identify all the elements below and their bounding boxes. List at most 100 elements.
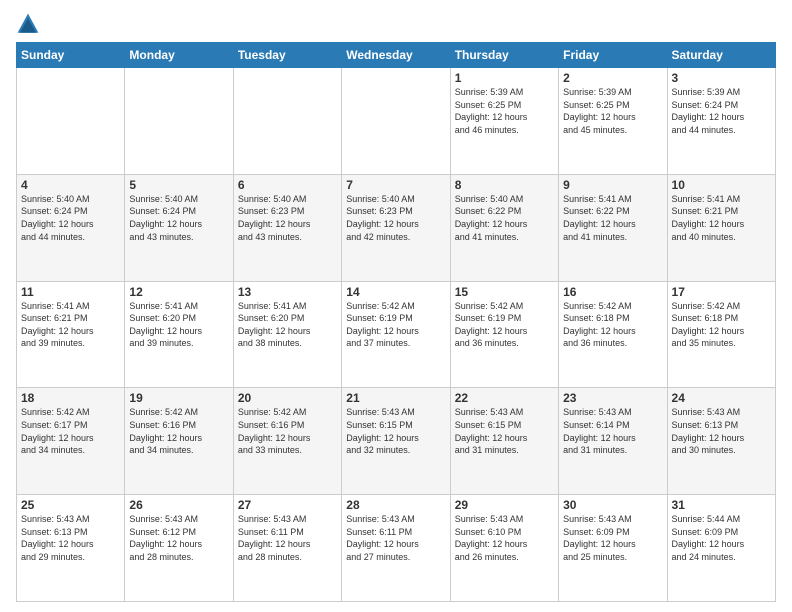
day-info: Sunrise: 5:42 AM Sunset: 6:17 PM Dayligh… [21,406,120,456]
col-friday: Friday [559,43,667,68]
table-row [17,68,125,175]
day-info: Sunrise: 5:41 AM Sunset: 6:21 PM Dayligh… [672,193,771,243]
calendar-week-row: 11Sunrise: 5:41 AM Sunset: 6:21 PM Dayli… [17,281,776,388]
day-number: 27 [238,498,337,512]
table-row: 26Sunrise: 5:43 AM Sunset: 6:12 PM Dayli… [125,495,233,602]
day-info: Sunrise: 5:42 AM Sunset: 6:19 PM Dayligh… [455,300,554,350]
col-thursday: Thursday [450,43,558,68]
day-info: Sunrise: 5:41 AM Sunset: 6:21 PM Dayligh… [21,300,120,350]
day-info: Sunrise: 5:43 AM Sunset: 6:10 PM Dayligh… [455,513,554,563]
day-number: 13 [238,285,337,299]
col-sunday: Sunday [17,43,125,68]
table-row: 15Sunrise: 5:42 AM Sunset: 6:19 PM Dayli… [450,281,558,388]
day-info: Sunrise: 5:41 AM Sunset: 6:22 PM Dayligh… [563,193,662,243]
day-info: Sunrise: 5:43 AM Sunset: 6:09 PM Dayligh… [563,513,662,563]
day-info: Sunrise: 5:43 AM Sunset: 6:11 PM Dayligh… [346,513,445,563]
day-info: Sunrise: 5:39 AM Sunset: 6:25 PM Dayligh… [563,86,662,136]
table-row: 6Sunrise: 5:40 AM Sunset: 6:23 PM Daylig… [233,174,341,281]
table-row: 14Sunrise: 5:42 AM Sunset: 6:19 PM Dayli… [342,281,450,388]
day-number: 11 [21,285,120,299]
table-row: 23Sunrise: 5:43 AM Sunset: 6:14 PM Dayli… [559,388,667,495]
table-row: 11Sunrise: 5:41 AM Sunset: 6:21 PM Dayli… [17,281,125,388]
col-wednesday: Wednesday [342,43,450,68]
day-number: 28 [346,498,445,512]
day-number: 1 [455,71,554,85]
table-row: 20Sunrise: 5:42 AM Sunset: 6:16 PM Dayli… [233,388,341,495]
day-number: 9 [563,178,662,192]
day-info: Sunrise: 5:42 AM Sunset: 6:18 PM Dayligh… [563,300,662,350]
table-row: 4Sunrise: 5:40 AM Sunset: 6:24 PM Daylig… [17,174,125,281]
table-row: 3Sunrise: 5:39 AM Sunset: 6:24 PM Daylig… [667,68,775,175]
day-number: 29 [455,498,554,512]
day-number: 17 [672,285,771,299]
day-number: 15 [455,285,554,299]
day-number: 3 [672,71,771,85]
day-number: 21 [346,391,445,405]
day-number: 5 [129,178,228,192]
calendar-table: Sunday Monday Tuesday Wednesday Thursday… [16,42,776,602]
logo [16,12,44,36]
day-number: 23 [563,391,662,405]
day-info: Sunrise: 5:43 AM Sunset: 6:15 PM Dayligh… [455,406,554,456]
calendar-week-row: 4Sunrise: 5:40 AM Sunset: 6:24 PM Daylig… [17,174,776,281]
table-row: 30Sunrise: 5:43 AM Sunset: 6:09 PM Dayli… [559,495,667,602]
day-info: Sunrise: 5:40 AM Sunset: 6:24 PM Dayligh… [21,193,120,243]
day-number: 30 [563,498,662,512]
table-row: 27Sunrise: 5:43 AM Sunset: 6:11 PM Dayli… [233,495,341,602]
day-number: 4 [21,178,120,192]
table-row: 5Sunrise: 5:40 AM Sunset: 6:24 PM Daylig… [125,174,233,281]
day-number: 18 [21,391,120,405]
day-number: 24 [672,391,771,405]
table-row: 2Sunrise: 5:39 AM Sunset: 6:25 PM Daylig… [559,68,667,175]
calendar-header-row: Sunday Monday Tuesday Wednesday Thursday… [17,43,776,68]
col-saturday: Saturday [667,43,775,68]
table-row: 21Sunrise: 5:43 AM Sunset: 6:15 PM Dayli… [342,388,450,495]
table-row: 17Sunrise: 5:42 AM Sunset: 6:18 PM Dayli… [667,281,775,388]
day-number: 31 [672,498,771,512]
day-number: 10 [672,178,771,192]
table-row: 12Sunrise: 5:41 AM Sunset: 6:20 PM Dayli… [125,281,233,388]
col-monday: Monday [125,43,233,68]
day-info: Sunrise: 5:42 AM Sunset: 6:16 PM Dayligh… [238,406,337,456]
col-tuesday: Tuesday [233,43,341,68]
day-info: Sunrise: 5:43 AM Sunset: 6:12 PM Dayligh… [129,513,228,563]
day-number: 6 [238,178,337,192]
day-info: Sunrise: 5:40 AM Sunset: 6:23 PM Dayligh… [238,193,337,243]
table-row: 13Sunrise: 5:41 AM Sunset: 6:20 PM Dayli… [233,281,341,388]
table-row: 8Sunrise: 5:40 AM Sunset: 6:22 PM Daylig… [450,174,558,281]
day-info: Sunrise: 5:39 AM Sunset: 6:24 PM Dayligh… [672,86,771,136]
table-row: 31Sunrise: 5:44 AM Sunset: 6:09 PM Dayli… [667,495,775,602]
calendar-page: Sunday Monday Tuesday Wednesday Thursday… [0,0,792,612]
day-number: 7 [346,178,445,192]
day-number: 14 [346,285,445,299]
day-info: Sunrise: 5:42 AM Sunset: 6:16 PM Dayligh… [129,406,228,456]
calendar-week-row: 1Sunrise: 5:39 AM Sunset: 6:25 PM Daylig… [17,68,776,175]
day-info: Sunrise: 5:41 AM Sunset: 6:20 PM Dayligh… [238,300,337,350]
logo-icon [16,12,40,36]
day-number: 22 [455,391,554,405]
day-info: Sunrise: 5:43 AM Sunset: 6:15 PM Dayligh… [346,406,445,456]
day-info: Sunrise: 5:43 AM Sunset: 6:13 PM Dayligh… [21,513,120,563]
day-info: Sunrise: 5:43 AM Sunset: 6:14 PM Dayligh… [563,406,662,456]
day-number: 12 [129,285,228,299]
top-section [16,12,776,36]
table-row: 9Sunrise: 5:41 AM Sunset: 6:22 PM Daylig… [559,174,667,281]
day-info: Sunrise: 5:41 AM Sunset: 6:20 PM Dayligh… [129,300,228,350]
day-info: Sunrise: 5:40 AM Sunset: 6:24 PM Dayligh… [129,193,228,243]
table-row: 7Sunrise: 5:40 AM Sunset: 6:23 PM Daylig… [342,174,450,281]
table-row [342,68,450,175]
day-number: 2 [563,71,662,85]
day-number: 25 [21,498,120,512]
day-number: 26 [129,498,228,512]
calendar-week-row: 18Sunrise: 5:42 AM Sunset: 6:17 PM Dayli… [17,388,776,495]
day-number: 8 [455,178,554,192]
calendar-week-row: 25Sunrise: 5:43 AM Sunset: 6:13 PM Dayli… [17,495,776,602]
table-row: 18Sunrise: 5:42 AM Sunset: 6:17 PM Dayli… [17,388,125,495]
table-row: 24Sunrise: 5:43 AM Sunset: 6:13 PM Dayli… [667,388,775,495]
table-row [233,68,341,175]
table-row: 19Sunrise: 5:42 AM Sunset: 6:16 PM Dayli… [125,388,233,495]
day-info: Sunrise: 5:42 AM Sunset: 6:18 PM Dayligh… [672,300,771,350]
day-info: Sunrise: 5:39 AM Sunset: 6:25 PM Dayligh… [455,86,554,136]
table-row: 29Sunrise: 5:43 AM Sunset: 6:10 PM Dayli… [450,495,558,602]
table-row: 16Sunrise: 5:42 AM Sunset: 6:18 PM Dayli… [559,281,667,388]
